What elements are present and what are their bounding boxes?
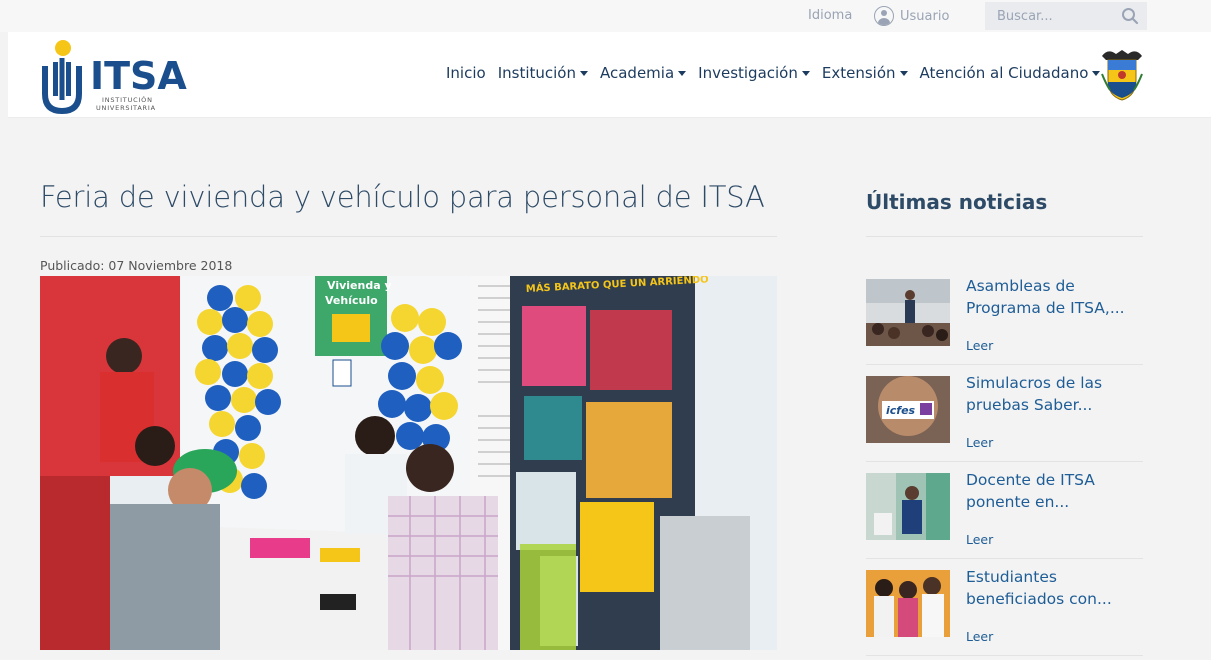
site-header: ITSA INSTITUCIÓN UNIVERSITARIA Inicio Ins… [8, 32, 1211, 118]
sidebar-title: Últimas noticias [866, 190, 1048, 214]
article-title: Feria de vivienda y vehículo para person… [40, 180, 765, 214]
nav-item-label: Atención al Ciudadano [919, 64, 1089, 82]
news-read-link[interactable]: Leer [966, 532, 993, 547]
latest-news-list: Asambleas de Programa de ITSA,... Leer i… [866, 268, 1143, 656]
user-menu[interactable]: Usuario [874, 6, 949, 26]
nav-item-institución[interactable]: Institución [492, 64, 594, 82]
news-item: Asambleas de Programa de ITSA,... Leer [866, 268, 1143, 365]
nav-item-extensión[interactable]: Extensión [816, 64, 914, 82]
title-divider [40, 236, 777, 237]
news-thumbnail[interactable] [866, 473, 950, 540]
language-link[interactable]: Idioma [808, 8, 852, 23]
nav-item-atención-al-ciudadano[interactable]: Atención al Ciudadano [914, 64, 1107, 82]
news-item: Docente de ITSA ponente en... Leer [866, 462, 1143, 559]
news-item-title[interactable]: Docente de ITSA ponente en... [966, 469, 1136, 513]
caret-down-icon [899, 70, 908, 76]
user-icon [874, 6, 894, 26]
search-icon[interactable] [1121, 7, 1139, 25]
news-item-title[interactable]: Estudiantes beneficiados con... [966, 566, 1136, 610]
nav-item-investigación[interactable]: Investigación [692, 64, 816, 82]
sidebar-divider [866, 236, 1143, 237]
svg-text:UNIVERSITARIA: UNIVERSITARIA [96, 104, 156, 112]
news-item: Estudiantes beneficiados con... Leer [866, 559, 1143, 656]
logo-text: ITSA [90, 54, 187, 98]
itsa-logo[interactable]: ITSA INSTITUCIÓN UNIVERSITARIA [40, 38, 190, 116]
nav-item-academia[interactable]: Academia [594, 64, 692, 82]
svg-text:INSTITUCIÓN: INSTITUCIÓN [102, 95, 153, 104]
user-label: Usuario [900, 8, 950, 24]
news-thumbnail[interactable] [866, 570, 950, 637]
news-read-link[interactable]: Leer [966, 435, 993, 450]
svg-text:icfes: icfes [886, 404, 916, 417]
nav-item-label: Inicio [446, 64, 486, 82]
news-item-title[interactable]: Simulacros de las pruebas Saber... [966, 372, 1136, 416]
utility-bar: Idioma Usuario [0, 0, 1211, 32]
news-item-title[interactable]: Asambleas de Programa de ITSA,... [966, 275, 1136, 319]
nav-item-label: Institución [497, 64, 576, 82]
colombia-coat-of-arms-icon[interactable] [1098, 46, 1146, 102]
article-image: Vivienda y Vehículo MÁS BARATO QUE UN AR… [40, 276, 777, 650]
nav-item-inicio[interactable]: Inicio [440, 64, 492, 82]
image-sign-line1: Vivienda y [327, 279, 392, 292]
news-thumbnail[interactable]: icfes [866, 376, 950, 443]
caret-down-icon [801, 70, 810, 76]
news-read-link[interactable]: Leer [966, 629, 993, 644]
news-read-link[interactable]: Leer [966, 338, 993, 353]
published-date: Publicado: 07 Noviembre 2018 [40, 258, 233, 273]
image-sign-line2: Vehículo [325, 294, 378, 307]
main-nav: Inicio Institución Academia Investigación Ex… [440, 64, 1106, 82]
news-item: icfes Simulacros de las pruebas Saber...… [866, 365, 1143, 462]
caret-down-icon [579, 70, 588, 76]
caret-down-icon [678, 70, 687, 76]
nav-item-label: Investigación [698, 64, 798, 82]
nav-item-label: Academia [599, 64, 675, 82]
search-input[interactable] [985, 3, 1105, 29]
nav-item-label: Extensión [821, 64, 896, 82]
news-thumbnail[interactable] [866, 279, 950, 346]
search-box [985, 2, 1147, 30]
